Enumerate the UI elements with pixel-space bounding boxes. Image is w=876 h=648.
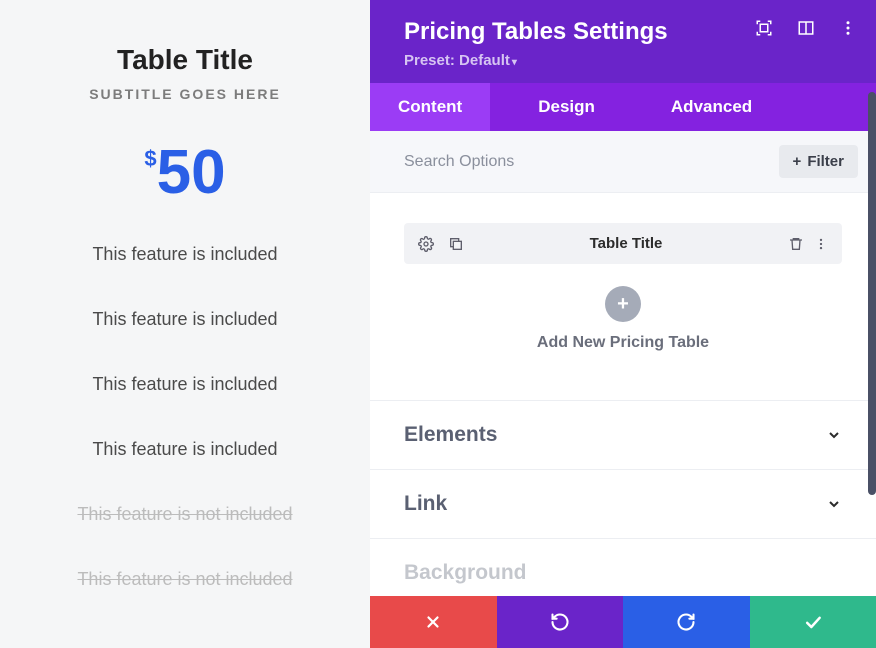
- scrollbar[interactable]: [868, 92, 876, 596]
- filter-label: Filter: [807, 153, 844, 170]
- plus-icon: +: [617, 293, 629, 316]
- accordion-label: Elements: [404, 423, 497, 447]
- plus-icon: +: [793, 153, 802, 170]
- price-currency: $: [144, 146, 156, 171]
- check-icon: [803, 612, 823, 632]
- preview-price: $50: [10, 142, 360, 204]
- more-vertical-icon[interactable]: [838, 18, 858, 38]
- item-label: Table Title: [464, 235, 788, 252]
- feature-item: This feature is included: [10, 244, 360, 265]
- preset-selector[interactable]: Preset: Default▾: [404, 52, 852, 69]
- tab-design[interactable]: Design: [510, 83, 623, 131]
- content-section: Table Title + Add New Pricing Table: [370, 193, 876, 400]
- feature-item-excluded: This feature is not included: [10, 504, 360, 525]
- tabs: Content Design Advanced: [370, 83, 876, 131]
- preview-subtitle: SUBTITLE GOES HERE: [10, 86, 360, 102]
- more-vertical-icon[interactable]: [814, 237, 828, 251]
- search-input[interactable]: [404, 153, 779, 171]
- accordion-link[interactable]: Link: [370, 470, 876, 539]
- add-pricing-table: + Add New Pricing Table: [404, 264, 842, 382]
- trash-icon[interactable]: [788, 236, 804, 252]
- columns-icon[interactable]: [796, 18, 816, 38]
- add-button[interactable]: +: [605, 286, 641, 322]
- chevron-down-icon: [826, 496, 842, 512]
- chevron-down-icon: [826, 427, 842, 443]
- feature-item: This feature is included: [10, 439, 360, 460]
- accordion: Elements Link Background: [370, 400, 876, 593]
- accordion-background[interactable]: Background: [370, 539, 876, 593]
- feature-item-excluded: This feature is not included: [10, 569, 360, 590]
- settings-panel: Pricing Tables Settings Preset: Default▾…: [370, 0, 876, 648]
- gear-icon[interactable]: [418, 236, 434, 252]
- panel-header: Pricing Tables Settings Preset: Default▾: [370, 0, 876, 83]
- tab-advanced[interactable]: Advanced: [643, 83, 780, 131]
- pricing-table-item[interactable]: Table Title: [404, 223, 842, 264]
- preview-features: This feature is included This feature is…: [10, 244, 360, 590]
- undo-icon: [550, 612, 570, 632]
- redo-icon: [676, 612, 696, 632]
- confirm-button[interactable]: [750, 596, 876, 648]
- footer-actions: [370, 596, 876, 648]
- price-amount: 50: [157, 138, 226, 207]
- tab-content[interactable]: Content: [370, 83, 490, 131]
- add-label: Add New Pricing Table: [404, 334, 842, 352]
- cancel-button[interactable]: [370, 596, 497, 648]
- search-row: + Filter: [370, 131, 876, 193]
- accordion-elements[interactable]: Elements: [370, 401, 876, 470]
- pricing-preview: Table Title SUBTITLE GOES HERE $50 This …: [0, 0, 370, 648]
- accordion-label: Link: [404, 492, 447, 516]
- preset-label: Preset: Default: [404, 52, 510, 69]
- undo-button[interactable]: [497, 596, 624, 648]
- duplicate-icon[interactable]: [448, 236, 464, 252]
- close-icon: [424, 613, 442, 631]
- feature-item: This feature is included: [10, 374, 360, 395]
- chevron-down-icon: ▾: [512, 57, 517, 68]
- filter-button[interactable]: + Filter: [779, 145, 858, 178]
- feature-item: This feature is included: [10, 309, 360, 330]
- panel-body: + Filter Table Title: [370, 131, 876, 596]
- redo-button[interactable]: [623, 596, 750, 648]
- preview-title: Table Title: [10, 44, 360, 76]
- accordion-label: Background: [404, 561, 527, 585]
- expand-icon[interactable]: [754, 18, 774, 38]
